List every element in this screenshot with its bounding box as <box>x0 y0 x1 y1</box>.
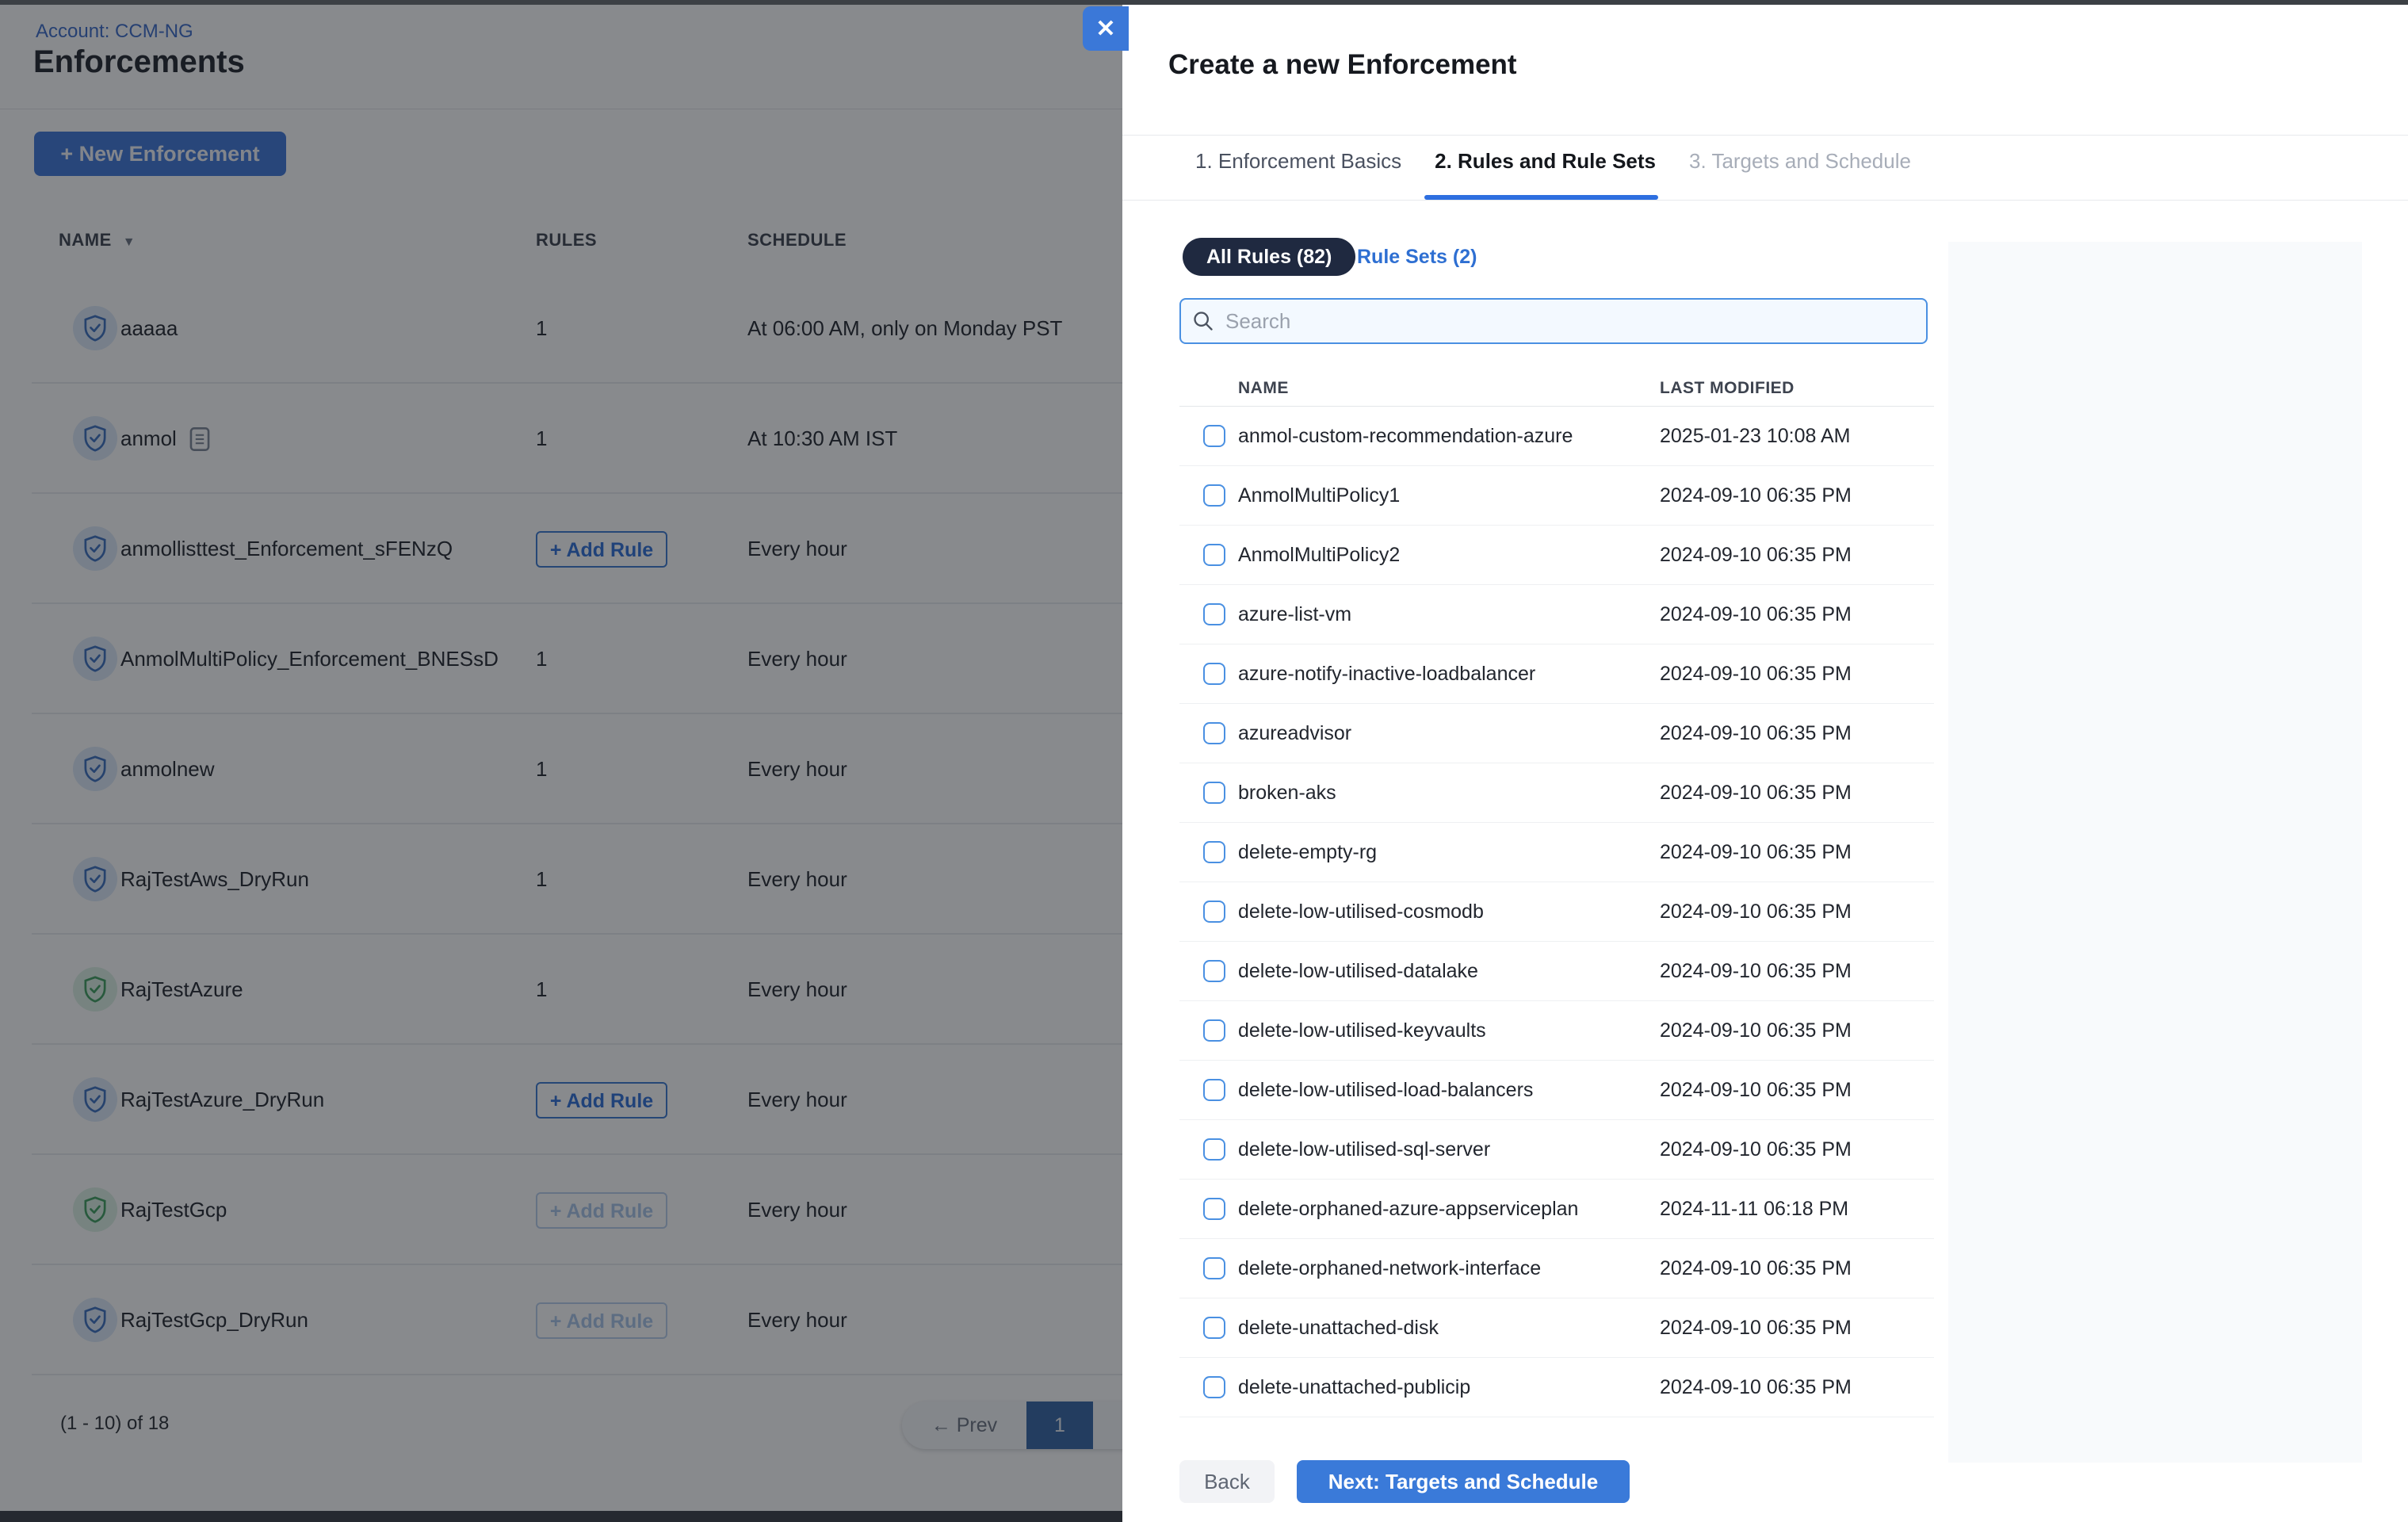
rule-row: AnmolMultiPolicy1 2024-09-10 06:35 PM <box>1179 466 1934 526</box>
rule-name: delete-low-utilised-sql-server <box>1238 1120 1490 1180</box>
rule-name: delete-unattached-publicip <box>1238 1358 1470 1417</box>
rule-name: broken-aks <box>1238 763 1336 823</box>
next-targets-schedule-button[interactable]: Next: Targets and Schedule <box>1297 1460 1630 1503</box>
rule-last-modified: 2024-09-10 06:35 PM <box>1660 823 1852 882</box>
rule-name: AnmolMultiPolicy2 <box>1238 526 1400 585</box>
rules-table: anmol-custom-recommendation-azure 2025-0… <box>1179 407 1934 1417</box>
modal-title: Create a new Enforcement <box>1168 49 1517 81</box>
back-button[interactable]: Back <box>1179 1460 1275 1503</box>
rule-checkbox[interactable] <box>1203 841 1225 863</box>
rule-checkbox[interactable] <box>1203 663 1225 685</box>
step-targets-and-schedule: 3. Targets and Schedule <box>1689 149 1911 174</box>
close-button[interactable]: ✕ <box>1083 6 1129 51</box>
rule-row: azureadvisor 2024-09-10 06:35 PM <box>1179 704 1934 763</box>
rule-last-modified: 2024-09-10 06:35 PM <box>1660 882 1852 942</box>
rule-checkbox[interactable] <box>1203 722 1225 744</box>
rule-name: delete-empty-rg <box>1238 823 1377 882</box>
rule-last-modified: 2024-09-10 06:35 PM <box>1660 526 1852 585</box>
rule-name: azure-list-vm <box>1238 585 1351 644</box>
rule-row: delete-low-utilised-datalake 2024-09-10 … <box>1179 942 1934 1001</box>
tabbar-top-border <box>1122 135 2408 136</box>
search-box[interactable] <box>1179 298 1928 344</box>
rule-checkbox[interactable] <box>1203 1376 1225 1398</box>
rule-name: delete-low-utilised-keyvaults <box>1238 1001 1486 1061</box>
rule-row: delete-unattached-publicip 2024-09-10 06… <box>1179 1358 1934 1417</box>
rule-last-modified: 2024-09-10 06:35 PM <box>1660 1001 1852 1061</box>
screen: Account: CCM-NG Enforcements + New Enfor… <box>0 0 2408 1522</box>
rule-sets-filter-chip[interactable]: Rule Sets (2) <box>1349 238 1485 276</box>
rule-last-modified: 2024-09-10 06:35 PM <box>1660 585 1852 644</box>
rule-checkbox[interactable] <box>1203 960 1225 982</box>
rule-checkbox[interactable] <box>1203 901 1225 923</box>
rule-last-modified: 2024-09-10 06:35 PM <box>1660 704 1852 763</box>
rule-row: delete-orphaned-azure-appserviceplan 202… <box>1179 1180 1934 1239</box>
rule-checkbox[interactable] <box>1203 1198 1225 1220</box>
window-top-strip <box>0 0 2408 5</box>
rule-last-modified: 2024-11-11 06:18 PM <box>1660 1180 1848 1239</box>
step-rules-and-rule-sets[interactable]: 2. Rules and Rule Sets <box>1435 149 1656 174</box>
rule-last-modified: 2024-09-10 06:35 PM <box>1660 644 1852 704</box>
wizard-steps: 1. Enforcement Basics 2. Rules and Rule … <box>1195 149 1911 174</box>
rule-checkbox[interactable] <box>1203 1079 1225 1101</box>
step-enforcement-basics[interactable]: 1. Enforcement Basics <box>1195 149 1401 174</box>
rules-column-header-name: NAME <box>1238 379 1289 398</box>
rule-checkbox[interactable] <box>1203 484 1225 507</box>
rule-row: azure-list-vm 2024-09-10 06:35 PM <box>1179 585 1934 644</box>
rule-row: delete-low-utilised-load-balancers 2024-… <box>1179 1061 1934 1120</box>
rule-row: broken-aks 2024-09-10 06:35 PM <box>1179 763 1934 823</box>
rule-checkbox[interactable] <box>1203 1317 1225 1339</box>
rule-name: delete-low-utilised-cosmodb <box>1238 882 1484 942</box>
rule-checkbox[interactable] <box>1203 544 1225 566</box>
rule-checkbox[interactable] <box>1203 1138 1225 1161</box>
rules-column-header-modified: LAST MODIFIED <box>1660 379 1795 398</box>
search-input[interactable] <box>1224 308 1915 335</box>
rule-last-modified: 2024-09-10 06:35 PM <box>1660 1239 1852 1298</box>
rule-name: delete-low-utilised-datalake <box>1238 942 1478 1001</box>
rule-row: delete-empty-rg 2024-09-10 06:35 PM <box>1179 823 1934 882</box>
rule-last-modified: 2024-09-10 06:35 PM <box>1660 942 1852 1001</box>
rule-checkbox[interactable] <box>1203 425 1225 447</box>
rule-checkbox[interactable] <box>1203 603 1225 625</box>
rule-name: delete-low-utilised-load-balancers <box>1238 1061 1533 1120</box>
rule-checkbox[interactable] <box>1203 1257 1225 1279</box>
rule-last-modified: 2024-09-10 06:35 PM <box>1660 1061 1852 1120</box>
rule-name: azureadvisor <box>1238 704 1351 763</box>
rule-last-modified: 2025-01-23 10:08 AM <box>1660 407 1850 466</box>
rule-row: delete-orphaned-network-interface 2024-0… <box>1179 1239 1934 1298</box>
rule-row: delete-unattached-disk 2024-09-10 06:35 … <box>1179 1298 1934 1358</box>
rule-name: AnmolMultiPolicy1 <box>1238 466 1400 526</box>
rule-name: anmol-custom-recommendation-azure <box>1238 407 1573 466</box>
search-icon <box>1192 310 1214 332</box>
rule-last-modified: 2024-09-10 06:35 PM <box>1660 466 1852 526</box>
rule-checkbox[interactable] <box>1203 1019 1225 1042</box>
preview-side-panel <box>1948 242 2362 1463</box>
rule-last-modified: 2024-09-10 06:35 PM <box>1660 763 1852 823</box>
rule-row: anmol-custom-recommendation-azure 2025-0… <box>1179 407 1934 466</box>
rule-last-modified: 2024-09-10 06:35 PM <box>1660 1358 1852 1417</box>
rule-name: delete-orphaned-azure-appserviceplan <box>1238 1180 1578 1239</box>
all-rules-filter-chip[interactable]: All Rules (82) <box>1183 238 1355 276</box>
tabbar-bottom-border <box>1122 200 2408 201</box>
rule-name: delete-orphaned-network-interface <box>1238 1239 1541 1298</box>
create-enforcement-modal: ✕ Create a new Enforcement 1. Enforcemen… <box>1122 0 2408 1522</box>
rule-row: delete-low-utilised-keyvaults 2024-09-10… <box>1179 1001 1934 1061</box>
rule-row: AnmolMultiPolicy2 2024-09-10 06:35 PM <box>1179 526 1934 585</box>
rule-row: azure-notify-inactive-loadbalancer 2024-… <box>1179 644 1934 704</box>
rule-name: azure-notify-inactive-loadbalancer <box>1238 644 1535 704</box>
rule-row: delete-low-utilised-sql-server 2024-09-1… <box>1179 1120 1934 1180</box>
rule-checkbox[interactable] <box>1203 782 1225 804</box>
rule-last-modified: 2024-09-10 06:35 PM <box>1660 1120 1852 1180</box>
rule-last-modified: 2024-09-10 06:35 PM <box>1660 1298 1852 1358</box>
rule-name: delete-unattached-disk <box>1238 1298 1439 1358</box>
close-icon: ✕ <box>1095 16 1115 42</box>
rule-row: delete-low-utilised-cosmodb 2024-09-10 0… <box>1179 882 1934 942</box>
